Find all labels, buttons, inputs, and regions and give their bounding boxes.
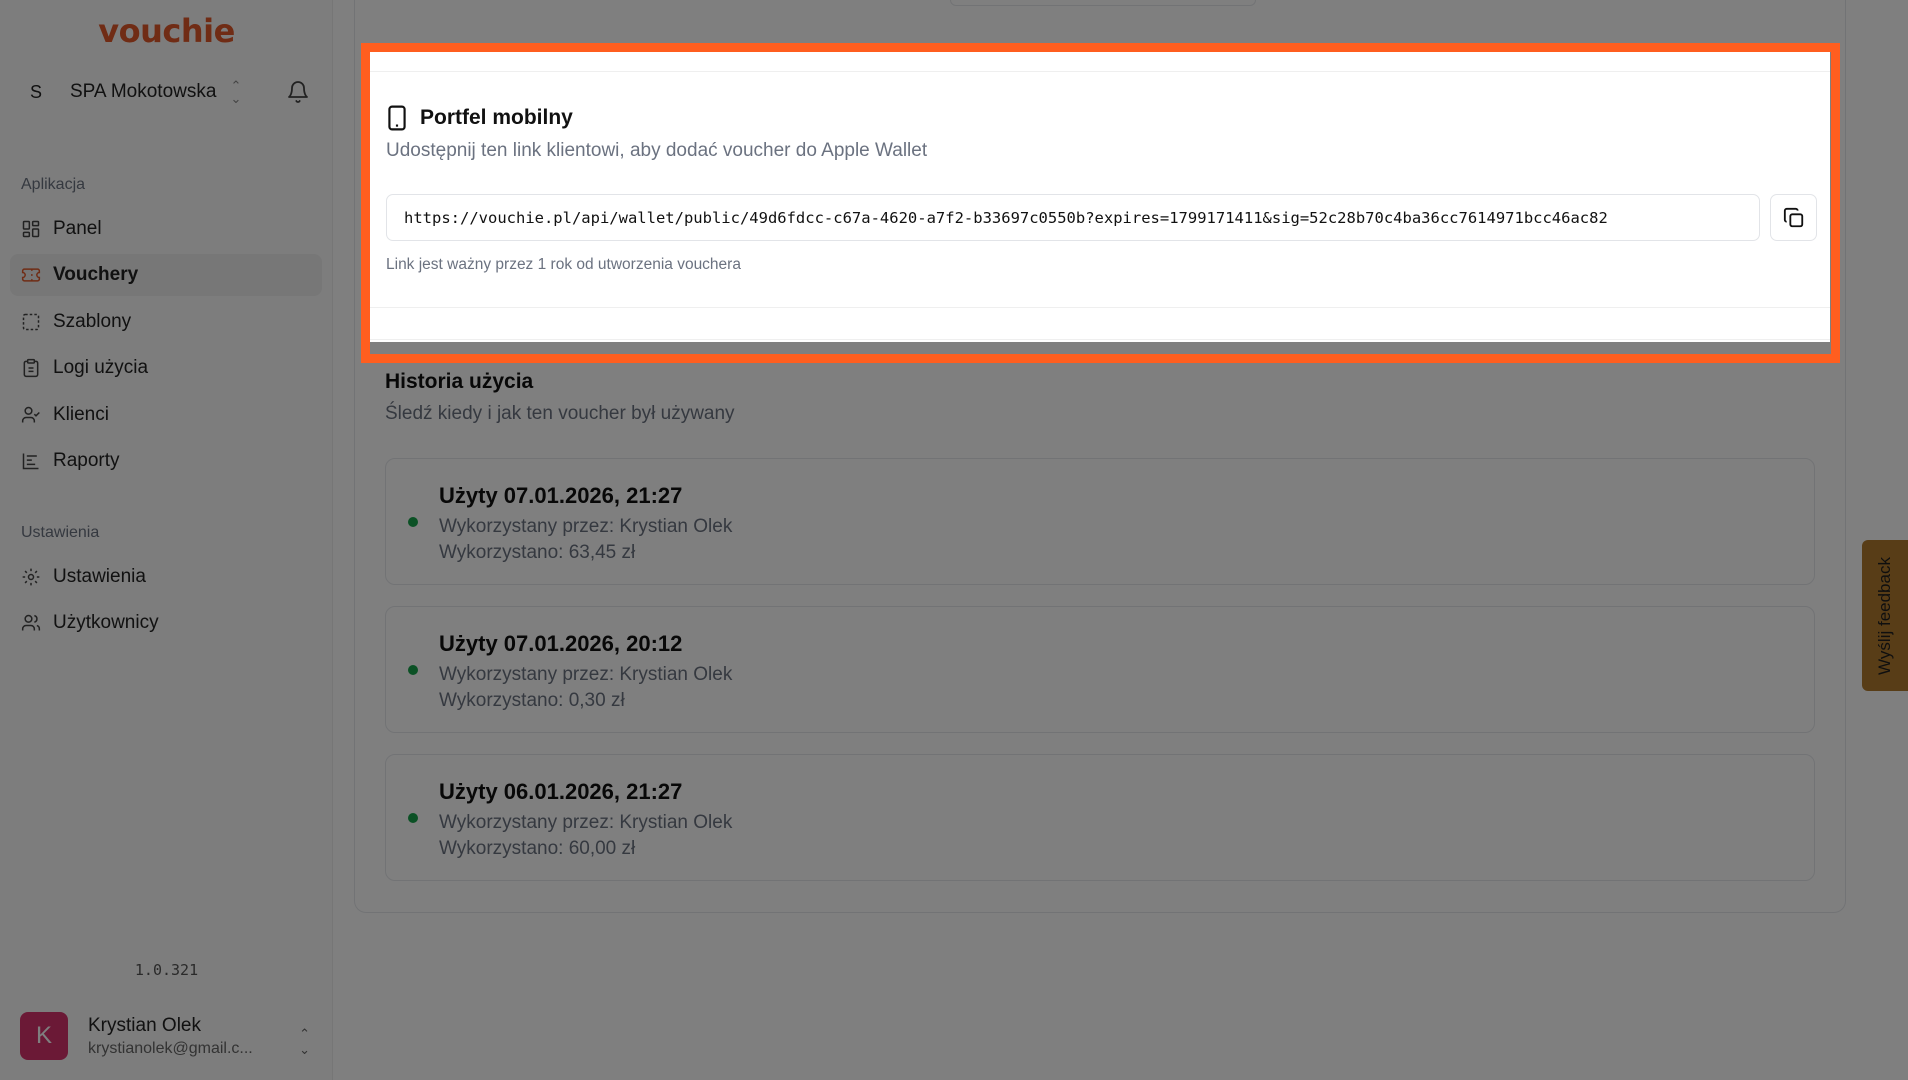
sidebar-item-raporty[interactable]: Raporty <box>10 440 322 482</box>
sidebar-item-label: Użytkownicy <box>53 612 159 633</box>
usage-entry: Użyty 06.01.2026, 21:27 Wykorzystany prz… <box>385 754 1815 881</box>
usage-title: Użyty 06.01.2026, 21:27 <box>439 779 683 804</box>
usage-title: Użyty 07.01.2026, 21:27 <box>439 483 683 508</box>
wallet-link-note: Link jest ważny przez 1 rok od utworzeni… <box>386 256 741 273</box>
usage-amount: Wykorzystano: 60,00 zł <box>439 838 636 859</box>
history-description: Śledź kiedy i jak ten voucher był używan… <box>385 403 735 424</box>
sidebar-item-szablony[interactable]: Szablony <box>10 301 322 343</box>
sidebar-item-label: Szablony <box>53 311 132 332</box>
usage-entry: Użyty 07.01.2026, 20:12 Wykorzystany prz… <box>385 606 1815 733</box>
ticket-icon <box>21 268 41 282</box>
usage-entry: Użyty 07.01.2026, 21:27 Wykorzystany prz… <box>385 458 1815 585</box>
sidebar: vouchie S SPA Mokotowska ⌃ ⌄ Aplikacja Pa… <box>0 0 333 1080</box>
wallet-link-field[interactable]: https://vouchie.pl/api/wallet/public/49d… <box>386 194 1760 241</box>
wallet-title: Portfel mobilny <box>420 106 573 129</box>
users-icon <box>21 614 41 631</box>
sidebar-item-label: Raporty <box>53 450 120 471</box>
usage-by: Wykorzystany przez: Krystian Olek <box>439 516 733 537</box>
bar-chart-icon <box>22 453 39 470</box>
copy-link-button[interactable] <box>1770 194 1817 241</box>
divider <box>370 339 1830 340</box>
sidebar-item-panel[interactable]: Panel <box>10 208 322 250</box>
org-switcher[interactable]: S SPA Mokotowska ⌃ ⌄ <box>20 76 310 108</box>
user-menu[interactable]: K Krystian Olek krystianolek@gmail.c... … <box>20 1012 310 1060</box>
smartphone-icon <box>388 105 406 131</box>
top-element-edge <box>950 0 1256 6</box>
status-dot <box>408 665 418 675</box>
status-dot <box>408 813 418 823</box>
section-label-app: Aplikacja <box>21 176 86 193</box>
sidebar-item-label: Logi użycia <box>53 357 149 378</box>
user-name: Krystian Olek <box>88 1014 201 1036</box>
gear-icon <box>22 568 40 586</box>
usage-amount: Wykorzystano: 63,45 zł <box>439 542 636 563</box>
usage-title: Użyty 07.01.2026, 20:12 <box>439 631 683 656</box>
sidebar-item-label: Klienci <box>53 404 109 425</box>
usage-by: Wykorzystany przez: Krystian Olek <box>439 812 733 833</box>
sidebar-item-klienci[interactable]: Klienci <box>10 394 322 436</box>
section-label-settings: Ustawienia <box>21 524 100 541</box>
usage-by: Wykorzystany przez: Krystian Olek <box>439 664 733 685</box>
chevron-up-down-icon: ⌃ ⌄ <box>230 78 242 106</box>
app-root: vouchie S SPA Mokotowska ⌃ ⌄ Aplikacja Pa… <box>0 0 1908 1080</box>
sidebar-item-logi[interactable]: Logi użycia <box>10 347 322 389</box>
divider <box>370 307 1830 308</box>
sidebar-item-label: Ustawienia <box>53 566 146 587</box>
chevron-up-down-icon: ⌃ ⌄ <box>299 1026 310 1057</box>
feedback-button[interactable]: Wyślij feedback <box>1862 540 1908 691</box>
sidebar-item-vouchery[interactable]: Vouchery <box>10 254 322 296</box>
wallet-header: Portfel mobilny <box>386 105 573 131</box>
user-email: krystianolek@gmail.c... <box>88 1039 253 1057</box>
mobile-wallet-panel: Portfel mobilny Udostępnij ten link klie… <box>370 52 1830 342</box>
bell-icon[interactable] <box>286 80 310 104</box>
clipboard-icon <box>23 358 39 378</box>
brand-logo[interactable]: vouchie <box>0 12 333 50</box>
user-check-icon <box>21 406 40 423</box>
status-dot <box>408 517 418 527</box>
org-name: SPA Mokotowska <box>70 81 217 102</box>
sidebar-item-label: Panel <box>53 218 102 239</box>
copy-icon <box>1783 207 1803 227</box>
app-version: 1.0.321 <box>134 961 199 979</box>
wallet-description: Udostępnij ten link klientowi, aby dodać… <box>386 140 928 161</box>
sidebar-item-ustawienia[interactable]: Ustawienia <box>10 556 322 598</box>
feedback-label: Wyślij feedback <box>1875 556 1895 675</box>
org-initial: S <box>29 81 42 102</box>
sidebar-item-uzytkownicy[interactable]: Użytkownicy <box>10 602 322 644</box>
template-icon <box>22 313 40 331</box>
sidebar-item-label: Vouchery <box>53 264 139 285</box>
history-title: Historia użycia <box>385 370 534 393</box>
divider <box>370 71 1830 72</box>
avatar: K <box>20 1012 68 1060</box>
dashboard-icon <box>22 220 40 238</box>
usage-amount: Wykorzystano: 0,30 zł <box>439 690 625 711</box>
